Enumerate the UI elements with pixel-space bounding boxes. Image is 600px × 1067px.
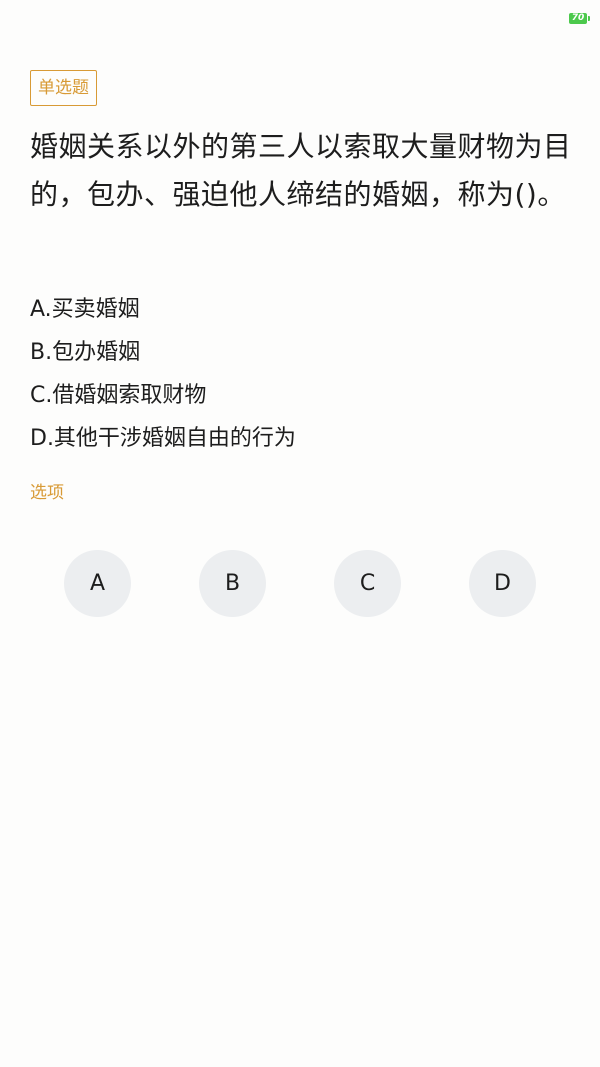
battery-icon: 70	[569, 13, 590, 24]
answer-section-label: 选项	[30, 483, 64, 503]
answer-button-row: A B C D	[0, 550, 600, 618]
option-b-text: B.包办婚姻	[30, 340, 141, 365]
option-list: A.买卖婚姻 B.包办婚姻 C.借婚姻索取财物 D.其他干涉婚姻自由的行为	[30, 288, 570, 460]
question-text: 婚姻关系以外的第三人以索取大量财物为目的，包办、强迫他人缔结的婚姻，称为()。	[30, 130, 572, 211]
question-type-tag: 单选题	[30, 70, 97, 106]
option-c-text: C.借婚姻索取财物	[30, 383, 207, 408]
answer-button-c[interactable]: C	[334, 550, 401, 617]
answer-button-d[interactable]: D	[469, 550, 536, 617]
status-bar: 70	[0, 0, 600, 38]
answer-button-a[interactable]: A	[64, 550, 131, 617]
option-d-text: D.其他干涉婚姻自由的行为	[30, 426, 296, 451]
option-a-text: A.买卖婚姻	[30, 297, 140, 322]
answer-button-b[interactable]: B	[199, 550, 266, 617]
